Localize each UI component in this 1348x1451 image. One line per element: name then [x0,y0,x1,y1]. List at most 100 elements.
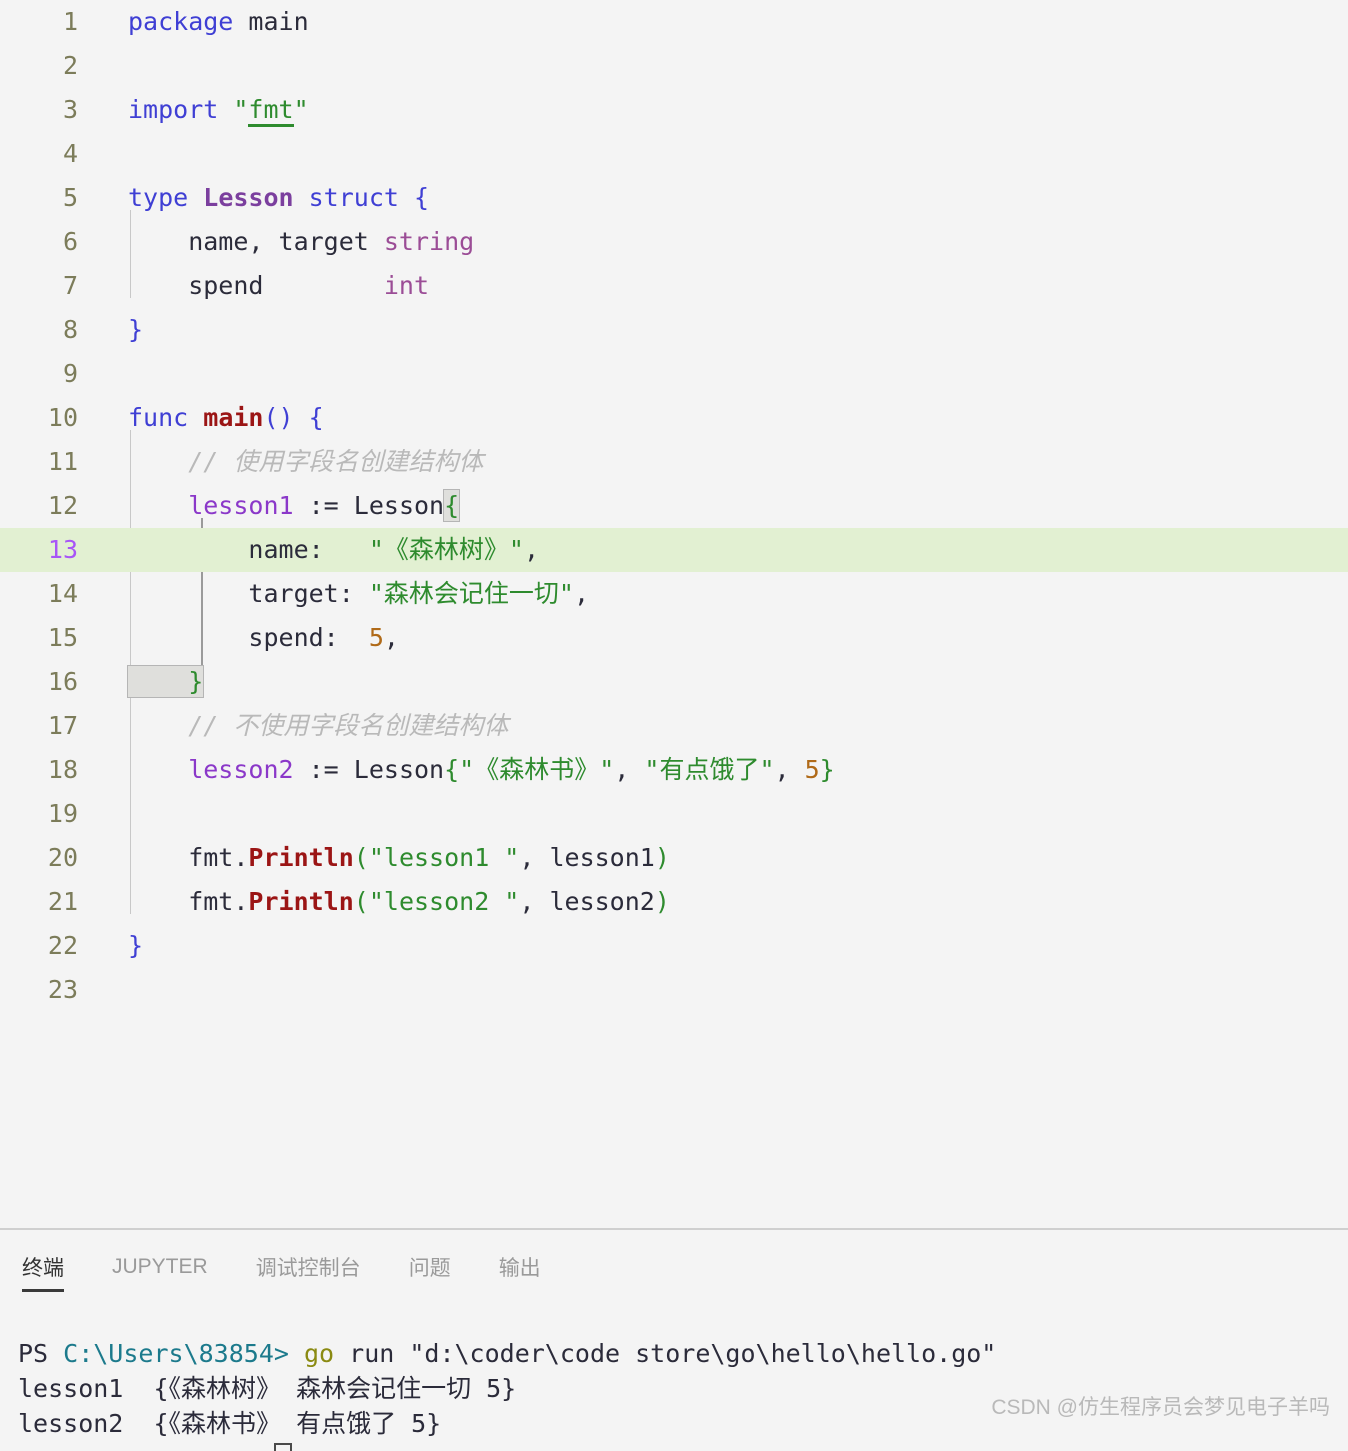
terminal-output-line-1: lesson1 {《森林树》 森林会记住一切 5} [18,1374,517,1403]
line-content: lesson2 := Lesson{"《森林书》", "有点饿了", 5} [128,748,835,792]
line-content: } [128,308,143,352]
code-line-14[interactable]: 14 target: "森林会记住一切", [0,572,1348,616]
terminal-next-prompt-line: PS C:\Users\83854 [18,1441,1348,1451]
token-field-key: name: [128,535,369,564]
token-comma: , [383,623,399,652]
code-line-21[interactable]: 21 fmt.Println("lesson2 ", lesson2) [0,880,1348,924]
code-line-20[interactable]: 20 fmt.Println("lesson1 ", lesson1) [0,836,1348,880]
line-content: } [126,660,205,704]
code-line-16[interactable]: 16 } [0,660,1348,704]
bottom-panel: 终端 JUPYTER 调试控制台 问题 输出 PS C:\Users\83854… [0,1228,1348,1451]
token-string: "《森林树》" [368,535,524,564]
line-number: 6 [62,227,78,256]
line-number-active: 13 [47,535,78,564]
token-paren-open: ( [353,843,369,872]
code-line-12[interactable]: 12 lesson1 := Lesson{ [0,484,1348,528]
token-brace-open: { [444,755,460,784]
token-keyword: struct [293,183,399,212]
line-number: 3 [62,95,78,124]
line-number: 12 [47,491,78,520]
token-brace: } [128,931,144,960]
token-field-name: spend [128,271,384,300]
line-content: name, target string [128,220,474,264]
line-number: 15 [47,623,78,652]
tab-terminal[interactable]: 终端 [22,1242,64,1292]
line-content: type Lesson struct { [128,176,429,220]
token-comma: , [519,887,550,916]
token-string: "森林会记住一切" [368,579,574,608]
code-line-6[interactable]: 6 name, target string [0,220,1348,264]
token-comma: , [614,755,645,784]
line-number: 20 [47,843,78,872]
token-comma: , [573,579,589,608]
code-line-7[interactable]: 7 spend int [0,264,1348,308]
token-keyword: type [128,183,189,212]
line-content: fmt.Println("lesson2 ", lesson2) [128,880,670,924]
token-matching-brace-open: { [443,489,461,522]
terminal-cwd: C:\Users\83854> [63,1339,289,1368]
line-number: 9 [62,359,78,388]
line-number: 8 [62,315,78,344]
code-line-1[interactable]: 1 package main [0,0,1348,44]
token-argument: lesson1 [549,843,655,872]
terminal-cursor [273,1443,292,1451]
tab-jupyter[interactable]: JUPYTER [112,1242,208,1292]
line-number: 23 [47,975,78,1004]
token-matching-brace-close: } [126,665,205,698]
code-line-13-active[interactable]: 13 name: "《森林树》", [0,528,1348,572]
token-package: fmt [128,843,234,872]
code-line-18[interactable]: 18 lesson2 := Lesson{"《森林书》", "有点饿了", 5} [0,748,1348,792]
terminal-output-line-2: lesson2 {《森林书》 有点饿了 5} [18,1409,442,1438]
line-number: 21 [47,887,78,916]
line-number: 10 [47,403,78,432]
code-editor[interactable]: 1 package main 2 3 import "fmt" 4 5 type… [0,0,1348,1228]
token-operator: := [293,755,354,784]
token-keyword: import [128,95,219,124]
code-line-17[interactable]: 17 // 不使用字段名创建结构体 [0,704,1348,748]
token-operator: := [293,491,354,520]
token-number: 5 [804,755,820,784]
token-comment: // 不使用字段名创建结构体 [128,711,509,740]
code-line-5[interactable]: 5 type Lesson struct { [0,176,1348,220]
line-number: 18 [47,755,78,784]
tab-debug-console[interactable]: 调试控制台 [256,1242,361,1292]
code-line-11[interactable]: 11 // 使用字段名创建结构体 [0,440,1348,484]
token-field-key: spend: [128,623,369,652]
tab-problems[interactable]: 问题 [409,1242,451,1292]
tab-label: 问题 [408,1257,451,1280]
line-number: 7 [62,271,78,300]
code-line-9[interactable]: 9 [0,352,1348,396]
token-brace: } [128,315,144,344]
code-line-22[interactable]: 22 } [0,924,1348,968]
token-variable: lesson1 [128,491,294,520]
line-number: 17 [47,711,78,740]
terminal-output[interactable]: PS C:\Users\83854> go run "d:\coder\code… [0,1304,1348,1451]
tab-output[interactable]: 输出 [499,1242,541,1292]
code-line-8[interactable]: 8 } [0,308,1348,352]
line-content: target: "森林会记住一切", [128,572,589,616]
line-number: 2 [62,51,78,80]
tab-label: 终端 [22,1257,64,1280]
line-number: 14 [47,579,78,608]
code-line-4[interactable]: 4 [0,132,1348,176]
token-string: "lesson1 " [368,843,520,872]
token-function-call: Println [248,887,354,916]
token-string: "《森林书》" [459,755,615,784]
code-line-3[interactable]: 3 import "fmt" [0,88,1348,132]
token-keyword: func [128,403,189,432]
token-quote: " [218,95,249,124]
code-line-15[interactable]: 15 spend: 5, [0,616,1348,660]
token-builtin-type: string [383,227,475,256]
code-line-23[interactable]: 23 [0,968,1348,1012]
code-line-2[interactable]: 2 [0,44,1348,88]
token-type-name: Lesson [188,183,294,212]
token-import-path[interactable]: fmt [248,95,294,127]
token-type-usage: Lesson [353,755,445,784]
code-line-19[interactable]: 19 [0,792,1348,836]
code-line-10[interactable]: 10 func main() { [0,396,1348,440]
token-string: "lesson2 " [368,887,520,916]
line-number: 19 [47,799,78,828]
tab-label: 输出 [498,1257,541,1280]
line-content: spend: 5, [128,616,399,660]
tab-label: JUPYTER [112,1255,208,1278]
